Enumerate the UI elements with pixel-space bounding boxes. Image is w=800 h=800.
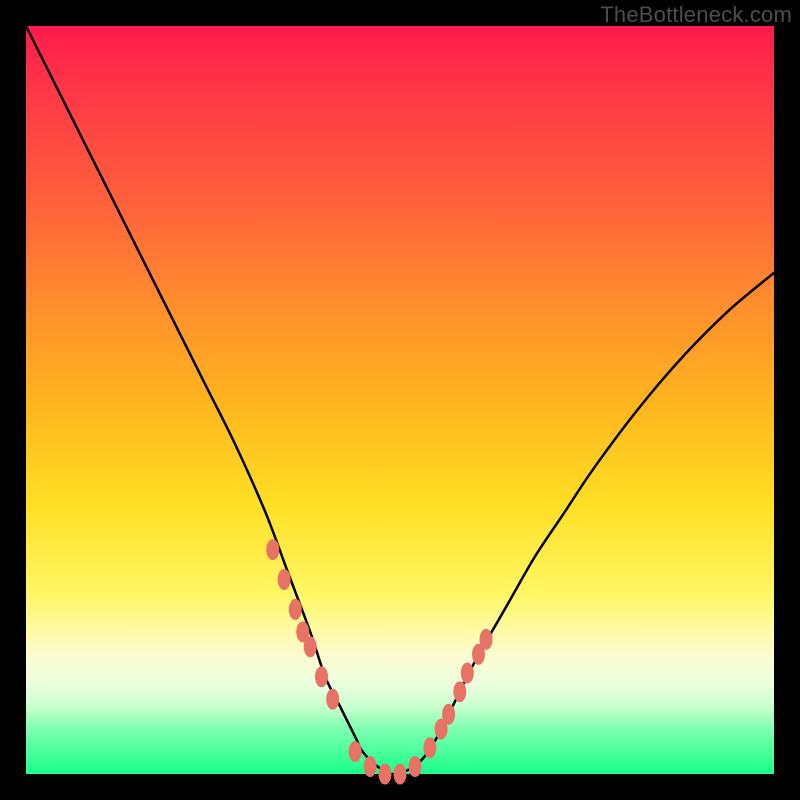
curve-marker — [480, 629, 492, 649]
curve-marker — [443, 704, 455, 724]
marker-group — [267, 540, 492, 784]
chart-plot-area — [26, 26, 774, 774]
chart-frame: TheBottleneck.com — [0, 0, 800, 800]
curve-marker — [379, 764, 391, 784]
curve-marker — [454, 682, 466, 702]
curve-marker — [304, 637, 316, 657]
curve-marker — [278, 570, 290, 590]
curve-marker — [267, 540, 279, 560]
curve-marker — [349, 742, 361, 762]
curve-marker — [327, 689, 339, 709]
chart-svg — [26, 26, 774, 774]
bottleneck-curve — [26, 26, 774, 774]
curve-marker — [409, 757, 421, 777]
curve-marker — [461, 663, 473, 683]
curve-marker — [364, 757, 376, 777]
curve-marker — [424, 738, 436, 758]
curve-marker — [316, 667, 328, 687]
curve-marker — [394, 764, 406, 784]
watermark-text: TheBottleneck.com — [600, 2, 792, 28]
curve-marker — [289, 599, 301, 619]
